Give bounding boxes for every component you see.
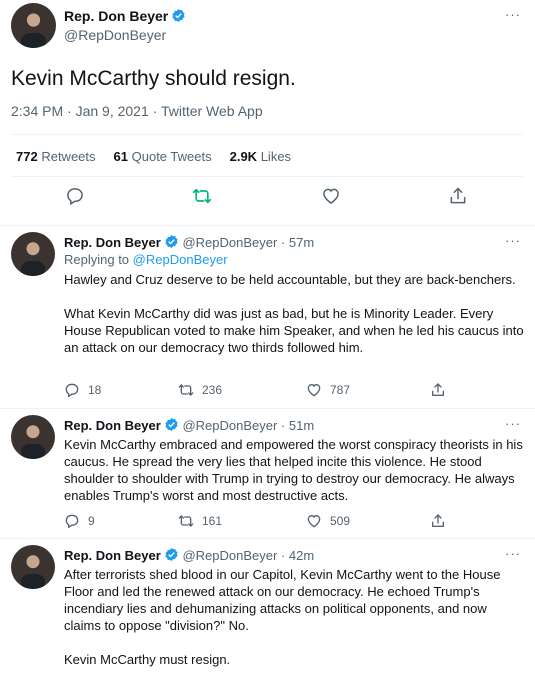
tweet-actions: 18 236 787 — [64, 382, 484, 400]
author-name[interactable]: Rep. Don Beyer — [64, 548, 161, 563]
share-icon[interactable] — [430, 513, 446, 529]
likes-stat[interactable]: 2.9K Likes — [230, 149, 291, 164]
likes-count: 2.9K — [229, 149, 258, 164]
like-icon[interactable] — [306, 513, 322, 529]
tweet-text: Hawley and Cruz deserve to be held accou… — [64, 272, 524, 355]
more-options-icon[interactable]: ··· — [505, 417, 521, 430]
reply-header: Rep. Don Beyer @RepDonBeyer · 42m — [64, 547, 314, 563]
author-name[interactable]: Rep. Don Beyer — [64, 418, 161, 433]
more-options-icon[interactable]: ··· — [505, 8, 521, 21]
reply-count: 18 — [88, 383, 102, 397]
reply-icon[interactable] — [64, 513, 80, 529]
retweets-label: Retweets — [41, 149, 96, 164]
like-action[interactable]: 509 — [306, 513, 350, 529]
share-icon[interactable] — [430, 382, 446, 398]
retweets-count: 772 — [16, 149, 38, 164]
tweet-time[interactable]: · 57m — [281, 235, 314, 250]
tweet-text: After terrorists shed blood in our Capit… — [64, 567, 501, 667]
retweet-icon[interactable] — [192, 186, 212, 206]
tweet-timestamp[interactable]: 2:34 PM · Jan 9, 2021 · Twitter Web App — [11, 103, 263, 119]
reply-tweet[interactable]: Rep. Don Beyer @RepDonBeyer · 42m ··· Af… — [0, 539, 535, 674]
share-action[interactable] — [430, 382, 446, 398]
retweet-action[interactable]: 161 — [178, 513, 222, 529]
share-action[interactable] — [430, 513, 446, 529]
avatar[interactable] — [11, 415, 55, 459]
tweet-actions: 9 161 509 — [64, 513, 484, 531]
reply-action[interactable]: 18 — [64, 382, 101, 398]
reply-header: Rep. Don Beyer @RepDonBeyer · 51m — [64, 417, 314, 433]
verified-badge-icon — [172, 8, 185, 23]
quotes-label: Quote Tweets — [131, 149, 212, 164]
retweet-count: 161 — [202, 514, 223, 528]
quote-tweets-stat[interactable]: 61 Quote Tweets — [114, 149, 212, 164]
avatar[interactable] — [11, 232, 55, 276]
replying-to-label: Replying to — [64, 252, 130, 267]
reply-action[interactable]: 9 — [64, 513, 95, 529]
like-icon[interactable] — [321, 186, 341, 206]
author-handle[interactable]: @RepDonBeyer — [182, 548, 277, 563]
tweet-time[interactable]: · 42m — [281, 548, 314, 563]
more-options-icon[interactable]: ··· — [505, 234, 521, 247]
author-handle[interactable]: @RepDonBeyer — [64, 27, 166, 43]
tweet-text: Kevin McCarthy embraced and empowered th… — [64, 437, 523, 503]
reply-tweet[interactable]: Rep. Don Beyer @RepDonBeyer · 51m ··· Ke… — [0, 409, 535, 539]
more-options-icon[interactable]: ··· — [505, 547, 521, 560]
author-name[interactable]: Rep. Don Beyer — [64, 235, 161, 250]
replying-to: Replying to @RepDonBeyer — [64, 252, 228, 267]
reply-header: Rep. Don Beyer @RepDonBeyer · 57m — [64, 234, 314, 250]
reply-tweet[interactable]: Rep. Don Beyer @RepDonBeyer · 57m ··· Re… — [0, 226, 535, 409]
reply-icon[interactable] — [65, 186, 85, 206]
retweet-icon[interactable] — [178, 382, 194, 398]
verified-badge-icon — [165, 417, 178, 432]
author-name[interactable]: Rep. Don Beyer — [64, 8, 186, 24]
main-tweet: Rep. Don Beyer @RepDonBeyer ··· Kevin Mc… — [0, 0, 535, 226]
verified-badge-icon — [165, 547, 178, 562]
tweet-actions — [0, 186, 535, 214]
quotes-count: 61 — [113, 149, 128, 164]
engagement-stats: 772 Retweets 61 Quote Tweets 2.9K Likes — [16, 149, 291, 164]
divider — [11, 134, 524, 135]
reply-icon[interactable] — [64, 382, 80, 398]
likes-label: Likes — [260, 149, 292, 164]
replying-to-link[interactable]: @RepDonBeyer — [133, 252, 228, 267]
avatar[interactable] — [11, 545, 55, 589]
avatar[interactable] — [11, 3, 56, 48]
retweet-count: 236 — [202, 383, 223, 397]
divider — [11, 176, 524, 177]
like-count: 787 — [330, 383, 351, 397]
retweets-stat[interactable]: 772 Retweets — [16, 149, 96, 164]
like-icon[interactable] — [306, 382, 322, 398]
retweet-action[interactable]: 236 — [178, 382, 222, 398]
author-handle[interactable]: @RepDonBeyer — [182, 235, 277, 250]
author-name-text[interactable]: Rep. Don Beyer — [64, 8, 168, 24]
author-handle[interactable]: @RepDonBeyer — [182, 418, 277, 433]
tweet-text: Kevin McCarthy should resign. — [11, 67, 296, 90]
retweet-icon[interactable] — [178, 513, 194, 529]
like-count: 509 — [330, 514, 351, 528]
share-icon[interactable] — [448, 186, 468, 206]
reply-count: 9 — [88, 514, 95, 528]
verified-badge-icon — [165, 234, 178, 249]
tweet-time[interactable]: · 51m — [281, 418, 314, 433]
like-action[interactable]: 787 — [306, 382, 350, 398]
